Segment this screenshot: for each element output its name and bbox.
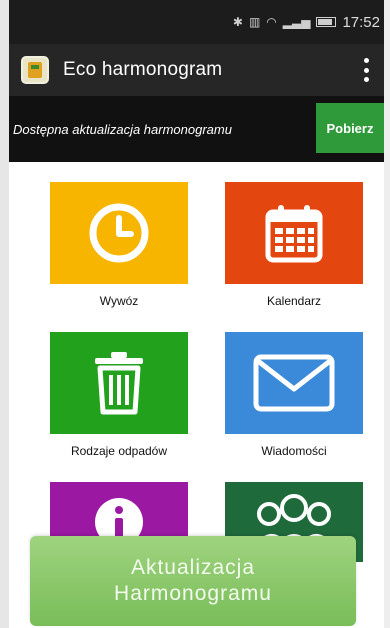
overflow-menu-icon[interactable] <box>362 58 370 82</box>
app-bar: Eco harmonogram <box>9 44 384 96</box>
frame-edge-right <box>384 0 390 628</box>
trash-icon <box>95 352 143 415</box>
wifi-icon: ◠ <box>266 15 277 29</box>
tile-kalendarz[interactable] <box>225 182 363 284</box>
status-bar: ✱ ▥ ◠ ▂▃▅ 17:52 <box>9 0 384 44</box>
tile-label-kalendarz: Kalendarz <box>266 294 322 308</box>
tile-label-wiadomosci: Wiadomości <box>261 444 327 458</box>
battery-icon <box>316 17 337 27</box>
update-schedule-line1: Aktualizacja <box>130 556 256 579</box>
update-schedule-button[interactable]: Aktualizacja Harmonogramu <box>30 536 356 626</box>
download-update-button[interactable]: Pobierz <box>316 103 384 153</box>
bluetooth-icon: ✱ <box>232 15 243 29</box>
status-time: 17:52 <box>342 13 380 31</box>
frame-edge-left <box>0 0 9 628</box>
update-schedule-line2: Harmonogramu <box>114 582 272 605</box>
tile-label-rodzaje-odpadow: Rodzaje odpadów <box>70 444 168 458</box>
phone-screen: ✱ ▥ ◠ ▂▃▅ 17:52 Eco harmonogram Dostępna… <box>0 0 390 628</box>
tile-label-wywoz: Wywóz <box>99 294 139 308</box>
tile-wiadomosci[interactable] <box>225 332 363 434</box>
tile-wywoz[interactable] <box>50 182 188 284</box>
app-logo-icon <box>21 56 49 84</box>
calendar-icon <box>265 205 323 263</box>
update-banner: Dostępna aktualizacja harmonogramu Pobie… <box>9 96 384 162</box>
app-title: Eco harmonogram <box>63 59 223 80</box>
tile-rodzaje-odpadow[interactable] <box>50 332 188 434</box>
signal-icon: ▂▃▅ <box>282 15 311 29</box>
envelope-icon <box>253 354 335 412</box>
vibrate-icon: ▥ <box>248 15 261 29</box>
clock-icon <box>89 203 149 263</box>
